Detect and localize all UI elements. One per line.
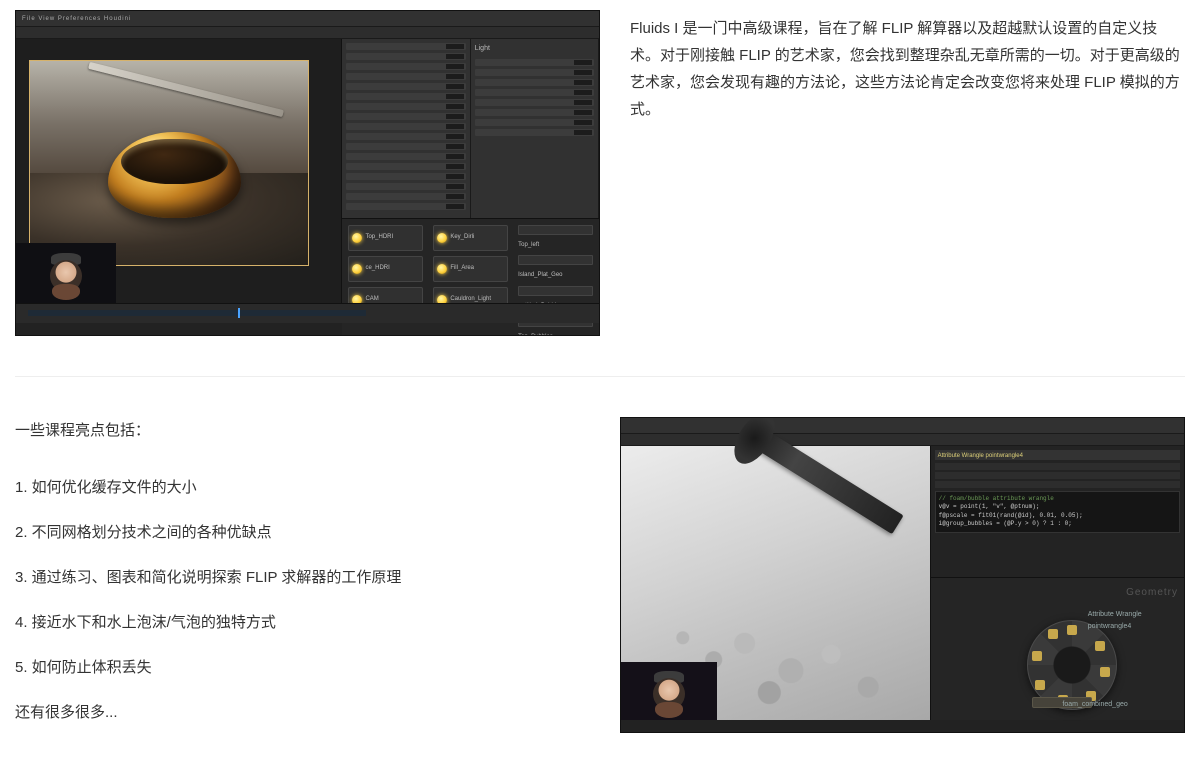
houdini-ui-mock-1: File View Preferences Houdini	[15, 10, 600, 336]
geo-node	[518, 286, 593, 296]
code-block: // foam/bubble attribute wranglev@v = po…	[935, 491, 1180, 533]
highlight-item: 4. 接近水下和水上泡沫/气泡的独特方式	[15, 609, 590, 636]
instructor-webcam	[621, 662, 717, 720]
status-bar	[621, 720, 1184, 732]
vex-editor: Attribute Wrangle pointwrangle4 // foam/…	[931, 446, 1184, 578]
viewport-frame	[29, 60, 309, 266]
highlights-text: 一些课程亮点包括： 1. 如何优化缓存文件的大小 2. 不同网格划分技术之间的各…	[15, 417, 590, 744]
highlight-item: 3. 通过练习、图表和简化说明探索 FLIP 求解器的工作原理	[15, 564, 590, 591]
menubar: File View Preferences Houdini	[16, 11, 599, 27]
editor-title: Attribute Wrangle pointwrangle4	[935, 450, 1180, 460]
toolbar	[16, 27, 599, 39]
geo-node	[518, 225, 593, 235]
node-label: Island_Plat_Geo	[518, 270, 593, 281]
radial-icon	[1032, 651, 1042, 661]
viewport	[621, 446, 931, 720]
radial-icon	[1095, 641, 1105, 651]
light-node: Top_HDRI	[348, 225, 423, 251]
geo-node	[518, 255, 593, 265]
intro-text: Fluids I 是一门中高级课程，旨在了解 FLIP 解算器以及超越默认设置的…	[630, 10, 1185, 336]
light-node: ce_HDRI	[348, 256, 423, 282]
menubar	[621, 418, 1184, 434]
ladle-render	[88, 61, 284, 116]
highlight-item: 2. 不同网格划分技术之间的各种优缺点	[15, 519, 590, 546]
toolbar	[621, 434, 1184, 446]
light-node: Fill_Area	[433, 256, 508, 282]
radial-icon	[1100, 667, 1110, 677]
params-col-right: Light	[471, 39, 599, 218]
instructor-webcam	[16, 243, 116, 303]
section-highlights: 一些课程亮点包括： 1. 如何优化缓存文件的大小 2. 不同网格划分技术之间的各…	[15, 417, 1185, 774]
houdini-ui-mock-2: Attribute Wrangle pointwrangle4 // foam/…	[620, 417, 1185, 733]
node-label: Top_left	[518, 240, 593, 251]
cauldron-render	[108, 132, 241, 218]
radial-icon	[1067, 625, 1077, 635]
light-panel-header: Light	[475, 43, 594, 56]
params-col-left	[342, 39, 470, 218]
timeline	[16, 303, 599, 323]
highlights-more: 还有很多很多...	[15, 699, 590, 726]
radial-icon	[1048, 629, 1058, 639]
section-intro: File View Preferences Houdini	[15, 0, 1185, 376]
bulb-icon	[352, 233, 362, 243]
parameter-panes: Light	[342, 39, 599, 219]
bulb-icon	[352, 264, 362, 274]
highlight-item: 1. 如何优化缓存文件的大小	[15, 474, 590, 501]
context-label: Geometry	[1126, 584, 1178, 602]
screenshot-1: File View Preferences Houdini	[15, 10, 600, 336]
radial-icon	[1035, 680, 1045, 690]
network-view: Geometry	[931, 578, 1184, 720]
light-node: Key_Dirli	[433, 225, 508, 251]
bulb-icon	[437, 233, 447, 243]
section-divider	[15, 376, 1185, 377]
bulb-icon	[437, 264, 447, 274]
viewport	[16, 39, 342, 303]
node-label: Attribute Wranglepointwrangle4	[1088, 609, 1142, 634]
highlight-item: 5. 如何防止体积丢失	[15, 654, 590, 681]
screenshot-2: Attribute Wrangle pointwrangle4 // foam/…	[620, 417, 1185, 744]
highlights-heading: 一些课程亮点包括：	[15, 417, 590, 444]
node-label: Top_Bubbles	[518, 332, 593, 336]
node-label: foam_combined_geo	[1062, 699, 1127, 712]
